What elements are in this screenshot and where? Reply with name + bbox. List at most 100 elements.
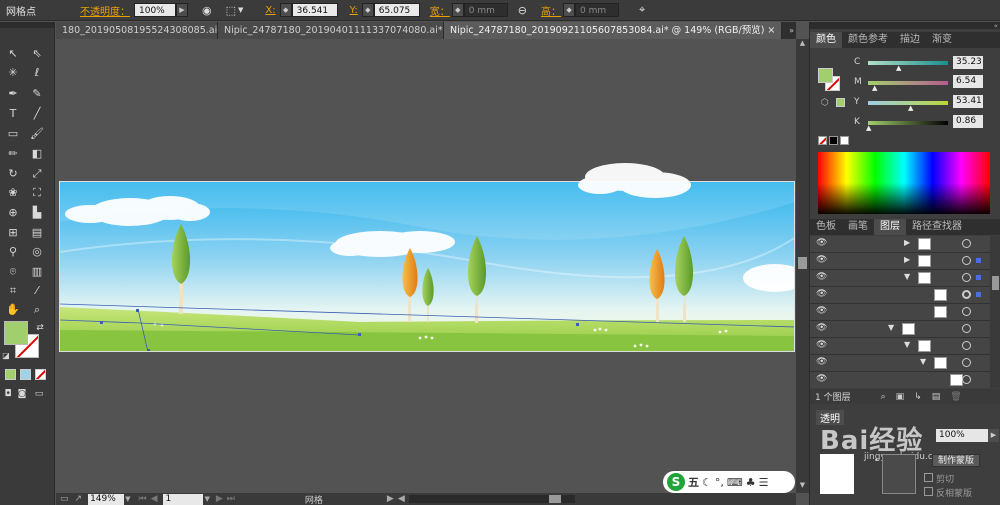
status-menu-icon[interactable]: ▭ <box>60 494 69 504</box>
skin-icon[interactable]: ♣ <box>746 476 756 489</box>
close-icon[interactable]: × <box>767 25 775 36</box>
prev-page-icon[interactable]: ◀ <box>151 494 158 504</box>
collapse-icon[interactable]: ▼ <box>904 340 910 349</box>
x-input[interactable]: 36.541 m <box>291 3 338 30</box>
target-icon[interactable] <box>962 307 971 316</box>
paintbrush-tool-icon[interactable]: 🖌 <box>28 126 46 142</box>
color-spectrum[interactable] <box>818 152 990 214</box>
tab-stroke[interactable]: 描边 <box>894 32 926 48</box>
color-mode-icon[interactable] <box>5 369 16 380</box>
target-icon[interactable] <box>962 256 971 265</box>
reference-point-icon[interactable]: ⬚ <box>226 4 236 17</box>
recolor-icon[interactable]: ◉ <box>202 4 212 17</box>
tab-document-2[interactable]: Nipic_24787180_20190401111337074080.ai*× <box>218 22 444 39</box>
layer-row[interactable]: 👁 <box>810 372 990 388</box>
last-page-icon[interactable]: ⏭ <box>227 494 235 504</box>
warp-tool-icon[interactable]: ❀ <box>4 185 22 201</box>
y-label[interactable]: Y: <box>350 5 358 16</box>
channel-m-handle-icon[interactable]: ▲ <box>872 84 877 92</box>
hand-tool-icon[interactable]: ✋ <box>4 302 22 318</box>
eyedropper-tool-icon[interactable]: ⚲ <box>4 244 22 260</box>
y-stepper-icon[interactable]: ◆ <box>361 3 374 17</box>
direct-selection-tool-icon[interactable]: ⇖ <box>28 46 46 62</box>
curvature-tool-icon[interactable]: ✎ <box>28 86 46 102</box>
punctuation-icon[interactable]: °, <box>715 476 724 489</box>
eye-icon[interactable]: 👁 <box>816 255 832 267</box>
artboard[interactable] <box>59 181 795 352</box>
target-icon[interactable] <box>962 273 971 282</box>
link-mask-icon[interactable]: • <box>874 456 879 465</box>
pencil-tool-icon[interactable]: ✏ <box>4 146 22 162</box>
layer-row[interactable]: 👁 ▶ <box>810 236 990 253</box>
target-icon[interactable] <box>962 375 971 384</box>
channel-k-slider[interactable] <box>868 121 948 125</box>
selection-indicator-icon[interactable] <box>976 258 981 263</box>
scroll-up-icon[interactable]: ▲ <box>796 39 809 51</box>
target-icon[interactable] <box>962 324 971 333</box>
width-input[interactable]: 0 mm <box>463 3 508 17</box>
moon-icon[interactable]: ☾ <box>702 476 712 489</box>
menu-icon[interactable]: ☰ <box>759 476 769 489</box>
tab-swatches[interactable]: 色板 <box>810 219 842 235</box>
x-stepper-icon[interactable]: ◆ <box>279 3 292 17</box>
mesh-tool-icon[interactable]: ⊞ <box>4 225 22 241</box>
symbol-sprayer-tool-icon[interactable]: ⌾ <box>4 264 22 280</box>
layer-row[interactable]: 👁 ▶ <box>810 253 990 270</box>
page-input[interactable]: 1 <box>163 493 204 505</box>
lasso-tool-icon[interactable]: ℓ <box>28 65 46 81</box>
selection-tool-icon[interactable]: ↖ <box>4 46 22 62</box>
shape-builder-tool-icon[interactable]: ⊕ <box>4 205 22 221</box>
eye-icon[interactable]: 👁 <box>816 323 832 335</box>
target-icon[interactable] <box>962 341 971 350</box>
eye-icon[interactable]: 👁 <box>816 289 832 301</box>
new-sublayer-icon[interactable]: ↳ <box>914 392 922 402</box>
scroll-thumb[interactable] <box>798 257 807 269</box>
pen-tool-icon[interactable]: ✒ <box>4 86 22 102</box>
screen-mode-icon[interactable]: ▭ <box>32 386 46 402</box>
gamut-color-swatch[interactable] <box>836 98 845 107</box>
eye-icon[interactable]: 👁 <box>816 374 832 386</box>
mask-thumbnail[interactable] <box>882 454 916 494</box>
graph-tool-icon[interactable]: ▥ <box>28 264 46 280</box>
free-transform-tool-icon[interactable]: ⛶ <box>28 185 46 201</box>
channel-y-handle-icon[interactable]: ▲ <box>908 104 913 112</box>
live-paint-tool-icon[interactable]: ▙ <box>28 205 46 221</box>
hscroll-left-icon[interactable]: ◀ <box>398 494 405 504</box>
eraser-tool-icon[interactable]: ◧ <box>28 146 46 162</box>
clip-checkbox[interactable] <box>924 473 933 482</box>
ime-mode-label[interactable]: 五 <box>688 474 699 490</box>
line-tool-icon[interactable]: ╱ <box>28 106 46 122</box>
fill-swatch[interactable] <box>4 321 28 345</box>
opacity-label[interactable]: 不透明度： <box>80 3 130 18</box>
opacity-input[interactable]: 100% <box>134 3 176 17</box>
tab-brushes[interactable]: 画笔 <box>842 219 874 235</box>
white-color-icon[interactable] <box>840 136 849 145</box>
transparency-opacity-input[interactable]: 100% <box>936 429 988 442</box>
expand-icon[interactable]: ▶ <box>904 255 910 264</box>
horizontal-scrollbar[interactable] <box>408 495 575 503</box>
tab-color-guide[interactable]: 颜色参考 <box>842 32 894 48</box>
width-stepper-icon[interactable]: ◆ <box>451 3 464 17</box>
zoom-dropdown-icon[interactable]: ▼ <box>125 495 130 503</box>
gradient-mode-icon[interactable] <box>20 369 31 380</box>
collapse-icon[interactable]: ▼ <box>888 323 894 332</box>
share-icon[interactable]: ↗ <box>75 494 83 504</box>
tabs-overflow-icon[interactable]: » <box>782 22 796 39</box>
tab-layers[interactable]: 图层 <box>874 219 906 235</box>
magic-wand-tool-icon[interactable]: ✳ <box>4 65 22 81</box>
scroll-down-icon[interactable]: ▼ <box>796 481 809 493</box>
sogou-logo-icon[interactable]: S <box>667 473 685 491</box>
height-input[interactable]: 0 mm <box>575 3 620 17</box>
vertical-scrollbar[interactable]: ▲ ▼ <box>796 39 809 493</box>
eye-icon[interactable]: 👁 <box>816 238 832 250</box>
selection-indicator-icon[interactable] <box>976 292 981 297</box>
height-label[interactable]: 高： <box>541 3 561 18</box>
next-page-icon[interactable]: ▶ <box>216 494 223 504</box>
scale-tool-icon[interactable]: ⤢ <box>28 166 46 182</box>
black-color-icon[interactable] <box>829 136 838 145</box>
default-colors-icon[interactable]: ◪ <box>1 348 11 364</box>
layer-row[interactable]: 👁 ▼ <box>810 355 990 372</box>
keyboard-icon[interactable]: ⌨ <box>727 476 743 489</box>
clipping-mask-icon[interactable]: ▣ <box>896 392 905 402</box>
opacity-dropdown-icon[interactable]: ▶ <box>176 3 188 17</box>
